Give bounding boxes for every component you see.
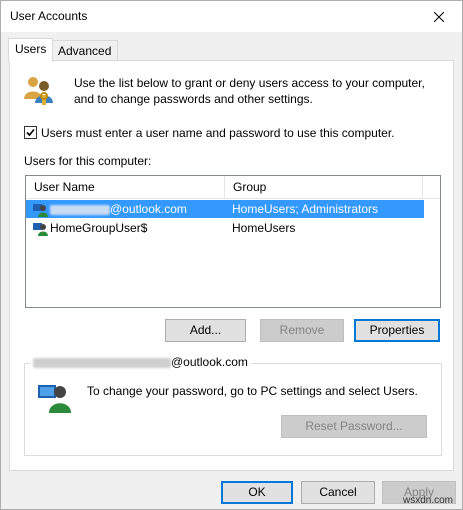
users-tab-panel: Use the list below to grant or deny user… xyxy=(9,60,454,471)
password-group-legend: @outlook.com xyxy=(30,355,251,369)
user-row[interactable]: HomeGroupUser$ HomeUsers xyxy=(26,219,424,237)
users-list-header: User Name Group xyxy=(26,176,440,199)
redacted-account xyxy=(33,357,171,368)
ok-button[interactable]: OK xyxy=(221,481,293,504)
add-user-button[interactable]: Add... xyxy=(165,319,246,342)
group-cell: HomeUsers; Administrators xyxy=(232,202,379,216)
reset-password-button[interactable]: Reset Password... xyxy=(281,415,427,438)
user-accounts-dialog: User Accounts Users Advanced Use the lis… xyxy=(0,0,463,510)
intro-line-2: and to change passwords and other settin… xyxy=(74,92,313,106)
user-account-icon xyxy=(32,220,48,239)
password-instruction: To change your password, go to PC settin… xyxy=(87,384,418,398)
user-account-icon xyxy=(32,201,48,220)
user-password-icon xyxy=(37,379,73,418)
password-group xyxy=(24,363,442,456)
close-icon[interactable] xyxy=(416,1,462,32)
user-name-suffix: @outlook.com xyxy=(110,202,187,216)
user-name-cell: HomeGroupUser$ xyxy=(50,221,148,235)
redacted-name xyxy=(50,204,110,215)
title-bar[interactable]: User Accounts xyxy=(1,1,462,32)
window-title: User Accounts xyxy=(10,9,88,23)
legend-suffix: @outlook.com xyxy=(171,355,248,369)
watermark: wsxdn.com xyxy=(402,495,453,506)
tab-users[interactable]: Users xyxy=(8,38,54,62)
users-list[interactable]: User Name Group @outlook.com HomeUsers; … xyxy=(25,175,441,308)
intro-line-1: Use the list below to grant or deny user… xyxy=(74,76,425,90)
column-group[interactable]: Group xyxy=(225,176,423,199)
column-user-name[interactable]: User Name xyxy=(26,176,225,199)
require-login-checkbox[interactable] xyxy=(24,126,37,139)
users-section-label: Users for this computer: xyxy=(24,154,152,168)
require-login-label[interactable]: Users must enter a user name and passwor… xyxy=(41,126,395,140)
users-icon xyxy=(22,73,56,110)
user-name-cell: @outlook.com xyxy=(50,202,187,216)
properties-button[interactable]: Properties xyxy=(354,319,440,342)
cancel-button[interactable]: Cancel xyxy=(301,481,375,504)
tab-advanced[interactable]: Advanced xyxy=(51,40,119,62)
user-row[interactable]: @outlook.com HomeUsers; Administrators xyxy=(26,200,424,218)
group-cell: HomeUsers xyxy=(232,221,296,235)
remove-user-button[interactable]: Remove xyxy=(260,319,344,342)
